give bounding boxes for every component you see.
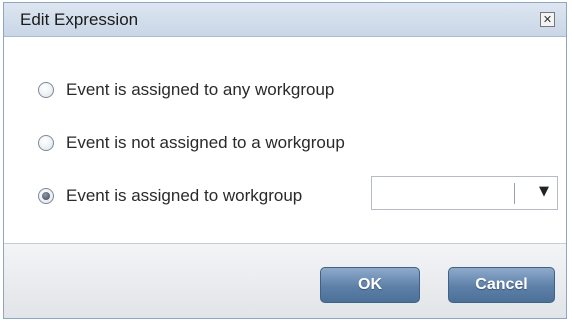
close-icon[interactable]: ✕ xyxy=(540,12,555,27)
option-no-workgroup-label: Event is not assigned to a workgroup xyxy=(66,133,345,152)
radio-specific-workgroup[interactable] xyxy=(38,188,54,204)
option-any-workgroup-label: Event is assigned to any workgroup xyxy=(66,80,335,99)
workgroup-select[interactable]: ▼ xyxy=(371,176,558,210)
dialog-body: Event is assigned to any workgroup Event… xyxy=(4,37,566,243)
dialog-footer: OK Cancel xyxy=(4,243,566,318)
ok-button[interactable]: OK xyxy=(320,267,420,303)
option-specific-workgroup[interactable]: Event is assigned to workgroup xyxy=(38,185,302,207)
chevron-down-icon[interactable]: ▼ xyxy=(539,184,549,199)
edit-expression-dialog: Edit Expression ✕ Event is assigned to a… xyxy=(3,2,567,319)
dialog-title: Edit Expression xyxy=(20,10,139,29)
radio-no-workgroup[interactable] xyxy=(38,135,54,151)
option-no-workgroup[interactable]: Event is not assigned to a workgroup xyxy=(38,132,345,154)
radio-any-workgroup[interactable] xyxy=(38,82,54,98)
dialog-titlebar[interactable]: Edit Expression ✕ xyxy=(4,3,566,37)
select-divider xyxy=(514,183,515,204)
option-any-workgroup[interactable]: Event is assigned to any workgroup xyxy=(38,79,334,101)
option-specific-workgroup-label: Event is assigned to workgroup xyxy=(66,186,303,205)
cancel-button[interactable]: Cancel xyxy=(448,267,555,303)
